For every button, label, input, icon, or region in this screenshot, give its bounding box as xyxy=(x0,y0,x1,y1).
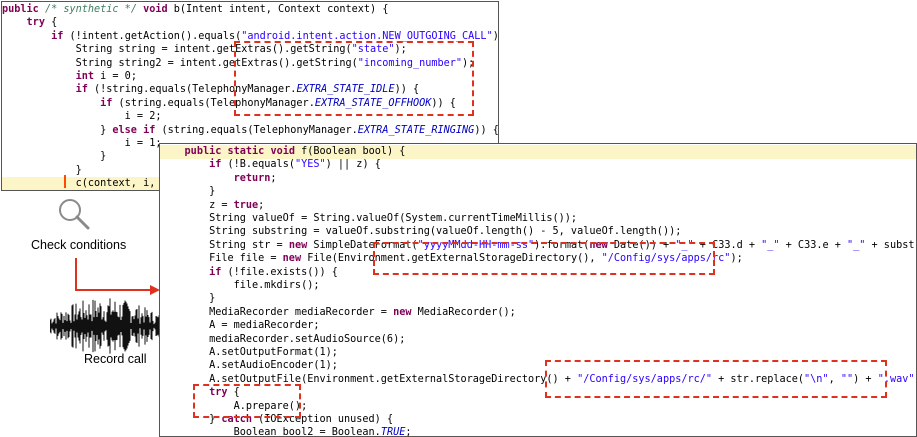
arrow-right-icon xyxy=(75,258,160,295)
code-line: String valueOf = String.valueOf(System.c… xyxy=(160,213,578,224)
code-line: A = mediaRecorder; xyxy=(160,320,320,332)
code-line: if (!B.equals("YES") || z) { xyxy=(209,159,381,171)
code-line: } xyxy=(160,186,216,198)
code-line: return; xyxy=(233,172,277,184)
code-line: } xyxy=(160,293,216,305)
code-line: String substring = valueOf.substring(val… xyxy=(160,226,682,238)
text-cursor xyxy=(64,175,66,188)
highlight-prepare-box xyxy=(193,384,301,418)
magnifier-icon xyxy=(59,199,90,230)
code-line: } else if (string.equals(TelephonyManage… xyxy=(2,124,499,136)
audio-waveform-icon xyxy=(50,298,160,354)
code-line: try { xyxy=(26,17,58,29)
highlight-output-file-box xyxy=(545,360,887,398)
code-line: file.mkdirs(); xyxy=(160,280,320,291)
code-line: A.setOutputFormat(1); xyxy=(160,347,338,358)
record-call-label: Record call xyxy=(84,352,147,366)
highlight-extras-box xyxy=(234,41,474,116)
code-line: mediaRecorder.setAudioSource(6); xyxy=(160,333,406,345)
method-signature: public /* synthetic */ void b(Intent int… xyxy=(2,4,389,15)
check-conditions-label: Check conditions xyxy=(31,238,127,252)
code-line: z = true; xyxy=(160,199,265,211)
highlight-directory-box xyxy=(373,242,715,275)
method-signature: public static void f(Boolean bool) { xyxy=(160,145,916,159)
code-line: MediaRecorder mediaRecorder = new MediaR… xyxy=(160,306,516,318)
code-line: Boolean bool2 = Boolean.TRUE; xyxy=(160,427,412,437)
